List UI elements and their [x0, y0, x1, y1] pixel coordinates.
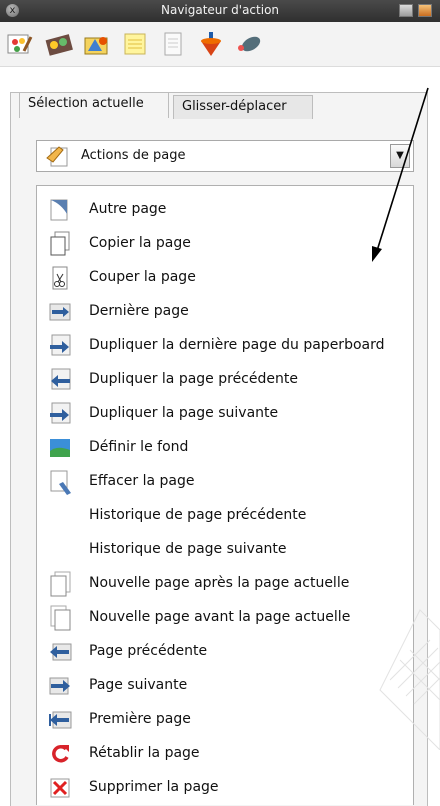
- list-item[interactable]: Dupliquer la page suivante: [37, 397, 413, 431]
- list-item-label: Dupliquer la page précédente: [89, 371, 298, 387]
- copy-page-icon: [50, 231, 70, 256]
- list-item[interactable]: Dernière page: [37, 295, 413, 329]
- list-item-label: Définir le fond: [89, 439, 189, 455]
- chevron-down-icon[interactable]: ▼: [390, 144, 410, 168]
- list-item-label: Copier la page: [89, 235, 191, 251]
- pin-icon[interactable]: [418, 4, 432, 17]
- window-title: Navigateur d'action: [160, 3, 280, 17]
- film-strip-icon[interactable]: [44, 29, 74, 59]
- list-item-label: Couper la page: [89, 269, 196, 285]
- duplicate-previous-icon: [51, 368, 71, 390]
- list-item[interactable]: Nouvelle page après la page actuelle: [37, 567, 413, 601]
- list-item[interactable]: Couper la page: [37, 261, 413, 295]
- paint-palette-icon[interactable]: [4, 29, 34, 59]
- selected-category: Actions de page: [81, 148, 186, 163]
- previous-page-icon: [50, 643, 72, 661]
- list-item-label: Dupliquer la dernière page du paperboard: [89, 337, 385, 353]
- last-page-icon: [49, 303, 71, 321]
- list-item-label: Dernière page: [89, 303, 189, 319]
- list-item[interactable]: Dupliquer la dernière page du paperboard: [37, 329, 413, 363]
- list-item-label: Rétablir la page: [89, 745, 200, 761]
- list-item-label: Historique de page précédente: [89, 507, 307, 523]
- list-item[interactable]: Historique de page précédente: [37, 499, 413, 533]
- list-item-label: Historique de page suivante: [89, 541, 287, 557]
- new-page-after-icon: [50, 571, 71, 597]
- list-item[interactable]: Effacer la page: [37, 465, 413, 499]
- background-icon: [50, 439, 70, 457]
- first-page-icon: [49, 711, 72, 729]
- erase-page-icon: [50, 470, 71, 495]
- action-category-select[interactable]: Actions de page ▼: [36, 140, 414, 172]
- shapes-icon[interactable]: [82, 29, 112, 59]
- list-item-label: Page précédente: [89, 643, 208, 659]
- list-item-label: Supprimer la page: [89, 779, 219, 795]
- list-item-label: Page suivante: [89, 677, 188, 693]
- new-page-before-icon: [50, 605, 71, 631]
- list-item-label: Première page: [89, 711, 191, 727]
- list-item[interactable]: Définir le fond: [37, 431, 413, 465]
- duplicate-last-icon: [50, 334, 71, 356]
- list-item[interactable]: Historique de page suivante: [37, 533, 413, 567]
- tab-current-selection[interactable]: Sélection actuelle: [19, 92, 169, 118]
- list-item[interactable]: Copier la page: [37, 227, 413, 261]
- next-page-icon: [49, 677, 70, 695]
- delete-page-icon: [50, 778, 70, 798]
- page-actions-icon: [46, 146, 68, 167]
- note-icon[interactable]: [120, 29, 150, 59]
- watermark: [379, 609, 440, 750]
- browser-toolbar: [0, 22, 440, 67]
- list-item-label: Autre page: [89, 201, 167, 217]
- spinning-top-icon[interactable]: [196, 29, 226, 59]
- document-icon[interactable]: [158, 29, 188, 59]
- list-item-label: Effacer la page: [89, 473, 195, 489]
- list-item-label: Dupliquer la page suivante: [89, 405, 279, 421]
- panel-menu-icon[interactable]: [399, 4, 413, 17]
- list-item-label: Nouvelle page avant la page actuelle: [89, 609, 351, 625]
- eraser-icon[interactable]: [234, 29, 264, 59]
- duplicate-next-icon: [50, 402, 71, 424]
- reset-page-icon: [52, 744, 69, 763]
- list-item[interactable]: Autre page: [37, 193, 413, 227]
- cut-page-icon: [52, 266, 68, 290]
- tab-drag-drop[interactable]: Glisser-déplacer: [173, 95, 313, 119]
- list-item[interactable]: Supprimer la page: [37, 771, 413, 805]
- title-bar: x Navigateur d'action: [0, 0, 440, 22]
- page-curl-icon: [50, 199, 68, 221]
- list-item[interactable]: Dupliquer la page précédente: [37, 363, 413, 397]
- list-item-label: Nouvelle page après la page actuelle: [89, 575, 350, 591]
